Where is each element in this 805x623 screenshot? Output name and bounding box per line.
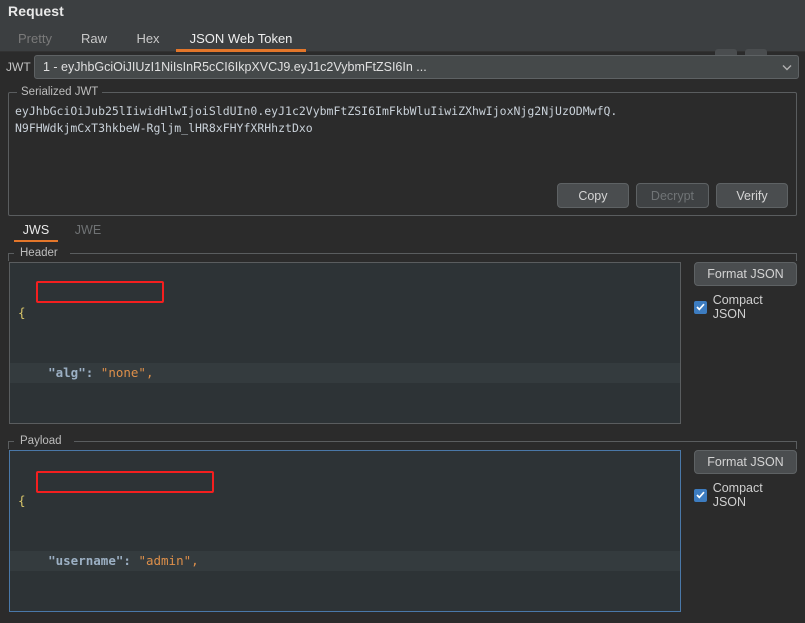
payload-compact-json-label: Compact JSON [713, 481, 797, 509]
code-line: "username": "admin", [10, 551, 680, 571]
jwt-selector-row: JWT 1 - eyJhbGciOiJIUzI1NiIsInR5cCI6IkpX… [0, 53, 805, 83]
header-alg-key: "alg": [48, 365, 93, 380]
code-line: { [10, 491, 680, 511]
header-side-controls: Format JSON Compact JSON [694, 262, 797, 321]
payload-format-json-button[interactable]: Format JSON [694, 450, 797, 474]
code-line: "typ": "JWT" [10, 423, 680, 424]
payload-compact-json-row[interactable]: Compact JSON [694, 481, 797, 509]
jwt-select[interactable]: 1 - eyJhbGciOiJIUzI1NiIsInR5cCI6IkpXVCJ9… [34, 55, 799, 79]
code-line: "alg": "none", [10, 363, 680, 383]
payload-json-editor[interactable]: { "username": "admin", "exp": 1686653830… [9, 450, 681, 612]
payload-open-brace: { [18, 493, 26, 508]
code-line: { [10, 303, 680, 323]
tab-hex[interactable]: Hex [126, 24, 170, 52]
tab-jws[interactable]: JWS [14, 218, 58, 242]
payload-username-key: "username": [48, 553, 131, 568]
payload-compact-json-checkbox[interactable] [694, 489, 707, 502]
header-group-border [8, 253, 797, 254]
tab-jwe[interactable]: JWE [66, 218, 110, 242]
header-open-brace: { [18, 305, 26, 320]
header-compact-json-checkbox[interactable] [694, 301, 707, 314]
verify-button[interactable]: Verify [716, 183, 788, 208]
jwt-label: JWT [6, 60, 31, 74]
copy-button[interactable]: Copy [557, 183, 629, 208]
serialized-jwt-title: Serialized JWT [17, 85, 102, 99]
serialized-jwt-buttons: Copy Decrypt Verify [557, 183, 788, 208]
tab-json-web-token[interactable]: JSON Web Token [176, 24, 306, 52]
payload-side-controls: Format JSON Compact JSON [694, 450, 797, 509]
header-alg-value: "none", [101, 365, 154, 380]
tab-pretty[interactable]: Pretty [6, 24, 64, 52]
header-json-code: { "alg": "none", "typ": "JWT" } [10, 263, 680, 424]
serialized-jwt-value[interactable]: eyJhbGciOiJub25lIiwidHlwIjoiSldUIn0.eyJ1… [15, 103, 790, 137]
jwt-editor-panel: Request Pretty Raw Hex JSON Web Token \n [0, 0, 805, 623]
jwt-select-value: 1 - eyJhbGciOiJIUzI1NiIsInR5cCI6IkpXVCJ9… [35, 60, 776, 74]
message-view-tabbar: Pretty Raw Hex JSON Web Token \n [0, 24, 805, 52]
header-compact-json-row[interactable]: Compact JSON [694, 293, 797, 321]
decrypt-button: Decrypt [636, 183, 709, 208]
chevron-down-icon[interactable] [776, 56, 798, 78]
payload-username-value: "admin", [138, 553, 198, 568]
payload-group-title: Payload [16, 434, 66, 448]
title-bar: Request [0, 0, 805, 24]
page-title: Request [8, 3, 64, 19]
jws-jwe-tabbar: JWS JWE [8, 218, 797, 242]
tab-raw[interactable]: Raw [72, 24, 116, 52]
header-json-editor[interactable]: { "alg": "none", "typ": "JWT" } [9, 262, 681, 424]
header-format-json-button[interactable]: Format JSON [694, 262, 797, 286]
code-line: "exp": 1686653830 [10, 611, 680, 612]
serialized-jwt-group: Serialized JWT eyJhbGciOiJub25lIiwidHlwI… [8, 92, 797, 216]
header-group-title: Header [16, 246, 62, 260]
payload-json-code: { "username": "admin", "exp": 1686653830… [10, 451, 680, 612]
payload-group-border [8, 441, 797, 442]
header-group: Header { "alg": "none", "typ": "JWT" } F… [8, 246, 797, 428]
header-compact-json-label: Compact JSON [713, 293, 797, 321]
payload-group: Payload { "username": "admin", "exp": 16… [8, 434, 797, 616]
